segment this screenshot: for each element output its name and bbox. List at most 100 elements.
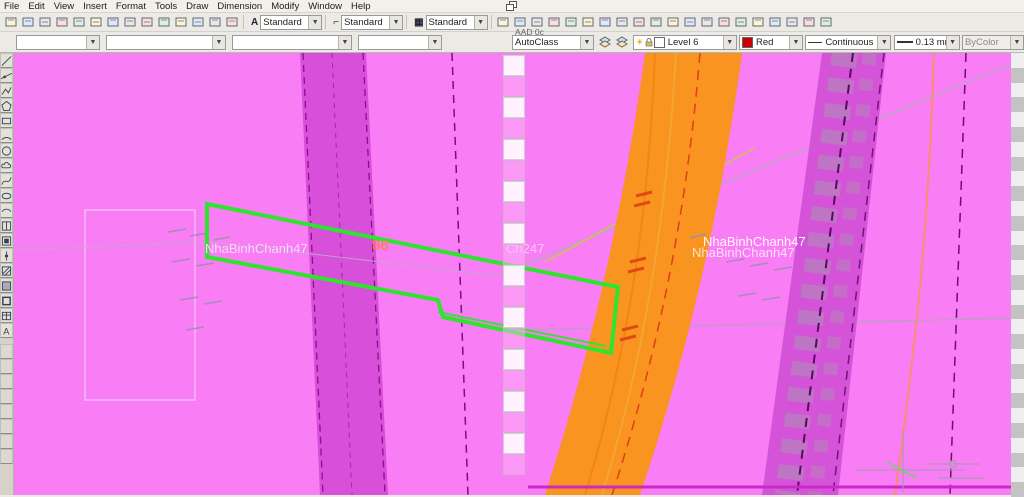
xref-button[interactable] xyxy=(563,14,580,30)
floating-toolbar-button[interactable] xyxy=(503,370,525,391)
text-style-combo[interactable]: Standard ▼ xyxy=(260,14,323,30)
table-button[interactable] xyxy=(631,14,648,30)
scrollbar-segment[interactable] xyxy=(1011,126,1024,142)
floating-toolbar-button[interactable] xyxy=(503,139,525,160)
scrollbar-segment[interactable] xyxy=(1011,171,1024,187)
left-combo-3[interactable]: ▼ xyxy=(232,34,352,50)
publish-button[interactable] xyxy=(87,14,104,30)
hyperlink-button[interactable] xyxy=(614,14,631,30)
left-combo-1[interactable]: ▼ xyxy=(16,34,100,50)
measure-button[interactable] xyxy=(512,14,529,30)
floating-toolbar-button[interactable] xyxy=(503,223,525,244)
table-tool-button[interactable] xyxy=(0,308,13,323)
floating-toolbar-button[interactable] xyxy=(503,349,525,370)
floating-toolbar-button[interactable] xyxy=(503,412,525,433)
chevron-down-icon[interactable]: ▼ xyxy=(945,35,959,49)
scrollbar-segment[interactable] xyxy=(1011,200,1024,216)
scrollbar-segment[interactable] xyxy=(1011,467,1024,483)
dim-aligned-button[interactable] xyxy=(682,14,699,30)
hatch-tool-button[interactable] xyxy=(0,263,13,278)
scrollbar-segment[interactable] xyxy=(1011,274,1024,290)
floating-toolbar-button[interactable] xyxy=(503,76,525,97)
draw-order-button[interactable] xyxy=(495,14,512,30)
menu-modify[interactable]: Modify xyxy=(271,1,299,12)
scrollbar-segment[interactable] xyxy=(1011,230,1024,246)
floating-toolbar-button[interactable] xyxy=(503,454,525,475)
region-button[interactable] xyxy=(818,14,835,30)
floating-toolbar-button[interactable] xyxy=(503,97,525,118)
chevron-down-icon[interactable]: ▼ xyxy=(1009,35,1023,49)
scrollbar-segment[interactable] xyxy=(1011,141,1024,157)
qleader-button[interactable] xyxy=(733,14,750,30)
zoom-realtime-button[interactable] xyxy=(223,14,240,30)
right-scrollbar[interactable] xyxy=(1011,53,1024,497)
menu-tools[interactable]: Tools xyxy=(155,1,177,12)
line-tool-button[interactable] xyxy=(0,53,13,68)
menu-dimension[interactable]: Dimension xyxy=(217,1,262,12)
scrollbar-segment[interactable] xyxy=(1011,245,1024,261)
left-combo-2[interactable]: ▼ xyxy=(106,34,226,50)
rectangle-tool-button[interactable] xyxy=(0,113,13,128)
left-combo-4[interactable]: ▼ xyxy=(358,34,442,50)
scrollbar-segment[interactable] xyxy=(1011,422,1024,438)
polyline-tool-button[interactable] xyxy=(0,83,13,98)
scrollbar-segment[interactable] xyxy=(1011,393,1024,409)
scrollbar-segment[interactable] xyxy=(1011,408,1024,423)
menu-insert[interactable]: Insert xyxy=(83,1,107,12)
scrollbar-segment[interactable] xyxy=(1011,363,1024,379)
color-combo[interactable]: Red ▼ xyxy=(738,34,803,50)
dim-linear-button[interactable] xyxy=(665,14,682,30)
layer-combo[interactable]: ☀ Level 6 ▼ xyxy=(632,34,737,50)
scrollbar-segment[interactable] xyxy=(1011,215,1024,231)
linetype-combo[interactable]: Continuous ▼ xyxy=(805,34,892,50)
scrollbar-segment[interactable] xyxy=(1011,260,1024,275)
copy-button[interactable] xyxy=(121,14,138,30)
undo-button[interactable] xyxy=(172,14,189,30)
plot-style-combo[interactable]: ByColor ▼ xyxy=(961,34,1024,50)
redo-button[interactable] xyxy=(189,14,206,30)
chevron-down-icon[interactable]: ▼ xyxy=(722,35,736,49)
menu-format[interactable]: Format xyxy=(116,1,146,12)
construction-line-tool-button[interactable] xyxy=(0,68,13,83)
menu-file[interactable]: File xyxy=(4,1,19,12)
layer-freeze-button[interactable] xyxy=(767,14,784,30)
layer-on-icon[interactable]: ☀ xyxy=(636,37,644,47)
floating-toolbar-button[interactable] xyxy=(503,244,525,265)
menu-edit[interactable]: Edit xyxy=(28,1,44,12)
plot-preview-button[interactable] xyxy=(70,14,87,30)
floating-toolbar-button[interactable] xyxy=(503,328,525,349)
lock-icon[interactable] xyxy=(645,37,653,47)
save-button[interactable] xyxy=(36,14,53,30)
make-block-tool-button[interactable] xyxy=(0,233,13,248)
region-tool-button[interactable] xyxy=(0,293,13,308)
scrollbar-segment[interactable] xyxy=(1011,437,1024,453)
chevron-down-icon[interactable]: ▼ xyxy=(877,35,891,49)
dim-style-combo[interactable]: Standard ▼ xyxy=(341,14,404,30)
open-button[interactable] xyxy=(19,14,36,30)
scrollbar-segment[interactable] xyxy=(1011,334,1024,349)
match-properties-button[interactable] xyxy=(155,14,172,30)
scrollbar-segment[interactable] xyxy=(1011,348,1024,364)
new-button[interactable] xyxy=(2,14,19,30)
floating-toolbar-button[interactable] xyxy=(503,286,525,307)
spline-tool-button[interactable] xyxy=(0,173,13,188)
chevron-down-icon[interactable]: ▼ xyxy=(212,35,225,49)
scrollbar-segment[interactable] xyxy=(1011,156,1024,172)
menu-help[interactable]: Help xyxy=(351,1,371,12)
floating-toolbar-button[interactable] xyxy=(503,265,525,286)
revision-cloud-tool-button[interactable] xyxy=(0,158,13,173)
scrollbar-segment[interactable] xyxy=(1011,97,1024,113)
floating-toolbar-button[interactable] xyxy=(503,433,525,454)
object-class-combo[interactable]: AAD 0c AutoClass ▼ xyxy=(512,27,594,50)
menu-view[interactable]: View xyxy=(54,1,74,12)
scrollbar-segment[interactable] xyxy=(1011,304,1024,320)
lineweight-combo[interactable]: 0.13 mm ▼ xyxy=(893,34,960,50)
chevron-down-icon[interactable]: ▼ xyxy=(788,35,802,49)
insert-block-tool-button[interactable] xyxy=(0,218,13,233)
scrollbar-segment[interactable] xyxy=(1011,82,1024,98)
chevron-down-icon[interactable]: ▼ xyxy=(86,35,99,49)
quick-calc-button[interactable] xyxy=(529,14,546,30)
point-tool-button[interactable] xyxy=(0,248,13,263)
scrollbar-segment[interactable] xyxy=(1011,67,1024,83)
chevron-down-icon[interactable]: ▼ xyxy=(428,35,441,49)
